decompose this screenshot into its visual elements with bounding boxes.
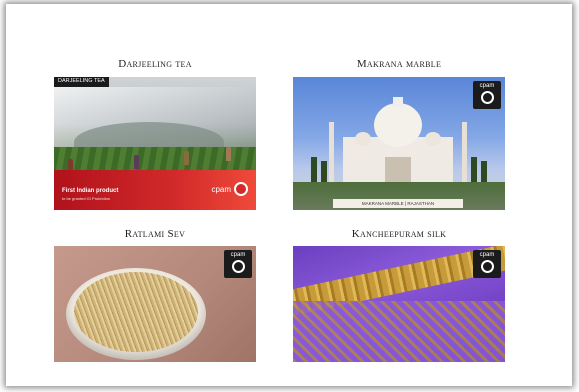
logo-ring-icon — [231, 260, 245, 273]
cpam-badge: cpam — [224, 250, 252, 278]
image-darjeeling-tea: DARJEELING TEA First Indian product to b… — [54, 77, 256, 210]
darjeeling-subline: to be granted GI Protection — [62, 196, 111, 201]
caption-darjeeling: Darjeeling tea — [118, 58, 192, 70]
cpam-logo: cpam — [211, 182, 248, 196]
darjeeling-tag: DARJEELING TEA — [54, 77, 109, 87]
logo-ring-icon — [234, 182, 248, 196]
logo-ring-icon — [480, 91, 494, 104]
darjeeling-headline: First Indian product — [62, 188, 119, 194]
caption-makrana: Makrana marble — [356, 58, 442, 70]
makrana-label: MAKRANA MARBLE | RAJASTHAN — [333, 199, 463, 208]
cpam-badge: cpam — [473, 81, 501, 109]
image-kancheepuram-silk: cpam — [293, 246, 505, 362]
slide: Darjeeling tea DARJEELING TEA First Indi… — [6, 4, 572, 386]
logo-ring-icon — [480, 260, 494, 273]
image-ratlami-sev: cpam — [54, 246, 256, 362]
caption-ratlami: Ratlami Sev — [124, 228, 186, 240]
image-makrana-marble: MAKRANA MARBLE | RAJASTHAN cpam — [293, 77, 505, 210]
caption-kancheepuram: Kancheepuram silk — [351, 228, 447, 240]
cpam-badge: cpam — [473, 250, 501, 278]
